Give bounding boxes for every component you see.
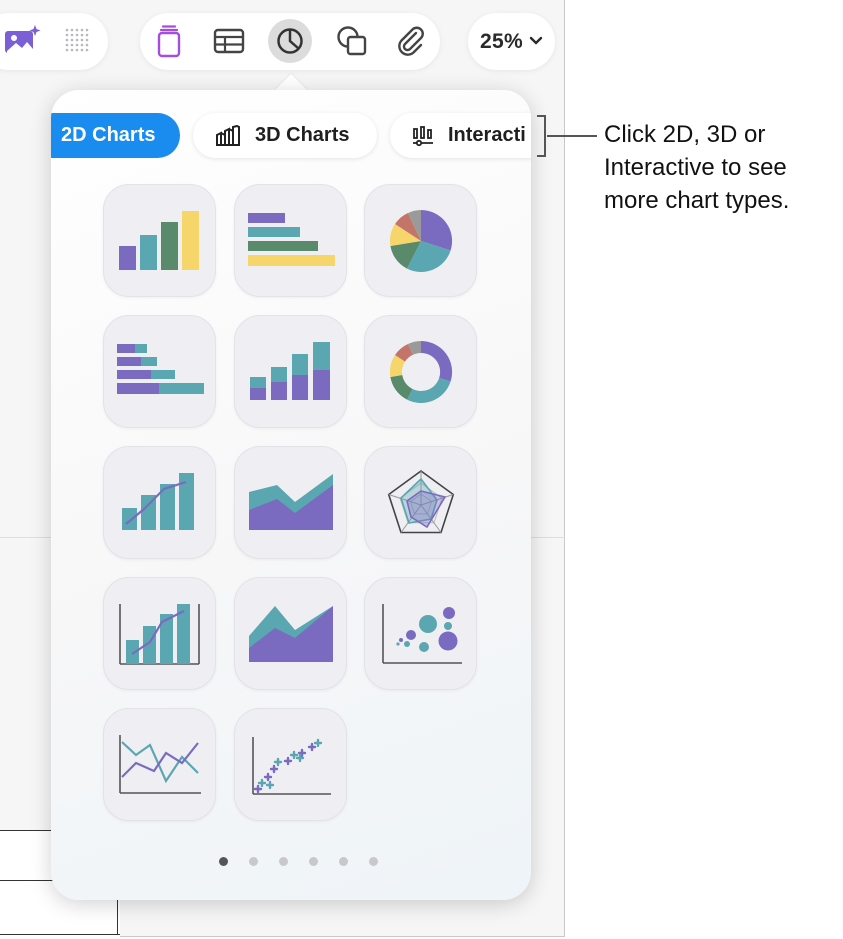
page-dot[interactable]	[279, 857, 288, 866]
tab-3d-charts[interactable]: 3D Charts	[193, 113, 377, 158]
page-dot[interactable]	[309, 857, 318, 866]
stacked-bar-chart-tile[interactable]	[103, 315, 216, 428]
column-chart-tile[interactable]	[103, 184, 216, 297]
column-line-chart-tile[interactable]	[103, 446, 216, 559]
zoom-value: 25%	[480, 29, 523, 53]
pie-chart-tile[interactable]	[364, 184, 477, 297]
interactive-chart-icon	[412, 125, 434, 147]
callout-leader-line	[547, 135, 597, 137]
scatter-chart-icon	[252, 737, 331, 795]
page-indicator[interactable]	[219, 857, 378, 869]
column-chart-icon	[119, 211, 199, 270]
scatter-chart-tile[interactable]	[234, 708, 347, 821]
stacked-column-chart-tile[interactable]	[234, 315, 347, 428]
tab-3d-label: 3D Charts	[255, 124, 350, 146]
shapes-icon[interactable]	[332, 21, 372, 61]
donut-chart-icon	[389, 340, 453, 403]
text-box-icon[interactable]	[149, 21, 189, 61]
stacked-area-chart-icon	[249, 474, 333, 530]
line-chart-tile[interactable]	[103, 708, 216, 821]
table-icon[interactable]	[209, 21, 249, 61]
zoom-control[interactable]: 25%	[468, 13, 555, 70]
media-sparkle-icon[interactable]	[2, 21, 42, 61]
chevron-down-icon	[529, 33, 543, 51]
page-dot[interactable]	[219, 857, 228, 866]
chart-type-tabs: 2D Charts 3D Charts Interacti	[51, 113, 531, 158]
radar-chart-icon	[387, 470, 455, 534]
tab-2d-charts[interactable]: 2D Charts	[51, 113, 180, 158]
area-chart-icon	[249, 606, 333, 662]
tab-2d-label: 2D Charts	[61, 124, 156, 146]
area-chart-tile[interactable]	[234, 577, 347, 690]
bubble-chart-icon	[382, 604, 462, 664]
chart-icon[interactable]	[268, 19, 312, 63]
page-dot[interactable]	[339, 857, 348, 866]
bar-chart-icon	[248, 213, 335, 266]
grid-icon[interactable]	[58, 21, 98, 61]
tab-interactive-label: Interacti	[448, 124, 526, 146]
two-axis-chart-icon	[119, 604, 200, 665]
toolbar-left-group	[0, 13, 108, 70]
stacked-column-chart-icon	[250, 342, 330, 400]
callout-text: Click 2D, 3D or Interactive to see more …	[604, 121, 790, 214]
chart-picker-popover: 2D Charts 3D Charts Interacti	[51, 90, 531, 900]
popover-pointer	[274, 74, 308, 91]
tab-interactive-charts[interactable]: Interacti	[390, 113, 531, 158]
pie-chart-icon	[389, 209, 453, 272]
two-axis-chart-tile[interactable]	[103, 577, 216, 690]
toolbar-insert-group	[140, 13, 440, 70]
donut-chart-tile[interactable]	[364, 315, 477, 428]
paperclip-icon[interactable]	[391, 21, 431, 61]
radar-chart-tile[interactable]	[364, 446, 477, 559]
page-dot[interactable]	[249, 857, 258, 866]
3d-bars-icon	[215, 124, 241, 147]
page-dot[interactable]	[369, 857, 378, 866]
bubble-chart-tile[interactable]	[364, 577, 477, 690]
line-chart-icon	[119, 735, 201, 794]
bar-chart-tile[interactable]	[234, 184, 347, 297]
column-line-chart-icon	[122, 473, 194, 530]
callout-bracket	[537, 115, 546, 157]
stacked-bar-chart-icon	[117, 344, 204, 394]
stacked-area-chart-tile[interactable]	[234, 446, 347, 559]
